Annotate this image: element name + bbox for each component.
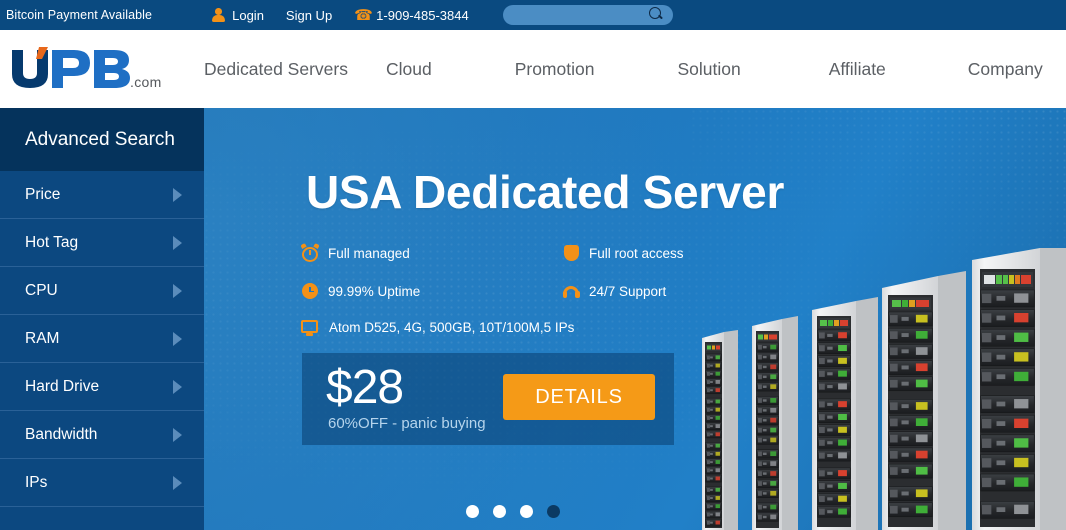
sidebar-item-hard-drive[interactable]: Hard Drive xyxy=(0,363,204,411)
sidebar-item-bandwidth[interactable]: Bandwidth xyxy=(0,411,204,459)
price-amount: $28 xyxy=(326,361,404,414)
page-root: Bitcoin Payment Available Login Sign Up … xyxy=(0,0,1066,530)
carousel-dot-2[interactable] xyxy=(493,505,506,518)
search-icon[interactable] xyxy=(649,7,663,21)
phone-label: 1-909-485-3844 xyxy=(376,7,469,23)
chevron-right-icon xyxy=(173,283,182,298)
logo-suffix: .com xyxy=(130,74,162,90)
feature-label: Full managed xyxy=(328,245,410,261)
nav-dedicated-servers[interactable]: Dedicated Servers xyxy=(204,59,348,80)
chevron-right-icon xyxy=(173,331,182,346)
feature-label: Full root access xyxy=(589,245,684,261)
sidebar-item-cpu[interactable]: CPU xyxy=(0,267,204,315)
carousel-dot-1[interactable] xyxy=(466,505,479,518)
nav-cloud[interactable]: Cloud xyxy=(386,59,432,80)
chevron-right-icon xyxy=(173,427,182,442)
chevron-right-icon xyxy=(173,379,182,394)
sidebar-title-label: Advanced Search xyxy=(25,128,175,150)
logo-mark xyxy=(12,47,130,88)
clock-icon xyxy=(301,282,319,300)
sidebar-item-label: CPU xyxy=(25,281,58,299)
carousel-dot-3[interactable] xyxy=(520,505,533,518)
sidebar-item-ram[interactable]: RAM xyxy=(0,315,204,363)
main-nav: Dedicated Servers Cloud Promotion Soluti… xyxy=(200,30,1043,108)
chevron-right-icon xyxy=(173,187,182,202)
feature-label: 24/7 Support xyxy=(589,283,667,299)
advanced-search-sidebar: Advanced Search Price Hot Tag CPU RAM Ha… xyxy=(0,108,204,530)
nav-company[interactable]: Company xyxy=(968,59,1043,80)
server-racks-image xyxy=(690,244,1066,530)
top-links: Login Sign Up ☎ 1-909-485-3844 xyxy=(212,8,491,23)
top-utility-bar: Bitcoin Payment Available Login Sign Up … xyxy=(0,0,1066,30)
nav-solution[interactable]: Solution xyxy=(677,59,740,80)
carousel-dot-4-active[interactable] xyxy=(547,505,560,518)
hero-spec: Atom D525, 4G, 500GB, 10T/100M,5 IPs xyxy=(301,319,574,336)
details-button[interactable]: DETAILS xyxy=(503,374,655,420)
server-racks-svg xyxy=(702,244,1066,530)
sidebar-item-ips[interactable]: IPs xyxy=(0,459,204,507)
feature-support: 24/7 Support xyxy=(562,282,666,300)
search-box[interactable] xyxy=(503,5,673,25)
sidebar-item-label: Hard Drive xyxy=(25,377,100,395)
signup-link[interactable]: Sign Up xyxy=(286,8,332,23)
sidebar-item-label: IPs xyxy=(25,473,48,491)
shield-icon xyxy=(562,244,580,262)
feature-full-root-access: Full root access xyxy=(562,244,684,262)
nav-promotion[interactable]: Promotion xyxy=(515,59,595,80)
site-logo[interactable]: .com xyxy=(8,44,161,92)
sidebar-item-label: Price xyxy=(25,185,61,203)
alarm-clock-icon xyxy=(300,242,320,262)
hero-banner: Advanced Search Price Hot Tag CPU RAM Ha… xyxy=(0,108,1066,530)
phone-number[interactable]: ☎ 1-909-485-3844 xyxy=(354,8,469,23)
sidebar-item-hot-tag[interactable]: Hot Tag xyxy=(0,219,204,267)
headset-icon xyxy=(562,282,580,300)
spec-label: Atom D525, 4G, 500GB, 10T/100M,5 IPs xyxy=(329,320,575,335)
feature-uptime: 99.99% Uptime xyxy=(301,282,420,300)
login-link[interactable]: Login xyxy=(212,8,264,23)
monitor-icon xyxy=(301,319,319,336)
sidebar-title: Advanced Search xyxy=(0,108,204,171)
feature-row-2: 99.99% Uptime 24/7 Support xyxy=(301,282,721,320)
chevron-right-icon xyxy=(173,235,182,250)
chevron-right-icon xyxy=(173,475,182,490)
login-label: Login xyxy=(232,7,264,23)
sidebar-item-label: Hot Tag xyxy=(25,233,79,251)
hero-features: Full managed Full root access 99.99% Upt… xyxy=(300,242,721,320)
price-box: $28 60%OFF - panic buying DETAILS xyxy=(302,353,674,445)
site-header: .com Dedicated Servers Cloud Promotion S… xyxy=(0,30,1066,108)
feature-full-managed: Full managed xyxy=(300,242,410,262)
signup-label: Sign Up xyxy=(285,7,333,23)
nav-affiliate[interactable]: Affiliate xyxy=(829,59,886,80)
sidebar-item-label: RAM xyxy=(25,329,60,347)
hero-title: USA Dedicated Server xyxy=(306,166,785,218)
user-icon xyxy=(212,8,226,23)
sidebar-item-label: Bandwidth xyxy=(25,425,98,443)
sidebar-item-partial[interactable] xyxy=(0,507,204,530)
feature-row-1: Full managed Full root access xyxy=(300,242,721,282)
feature-label: 99.99% Uptime xyxy=(328,283,421,299)
price-subtext: 60%OFF - panic buying xyxy=(328,415,486,432)
bitcoin-promo-text: Bitcoin Payment Available xyxy=(6,8,153,22)
phone-icon: ☎ xyxy=(354,6,373,24)
search-input[interactable] xyxy=(503,5,673,25)
sidebar-item-price[interactable]: Price xyxy=(0,171,204,219)
carousel-dots xyxy=(466,505,560,518)
